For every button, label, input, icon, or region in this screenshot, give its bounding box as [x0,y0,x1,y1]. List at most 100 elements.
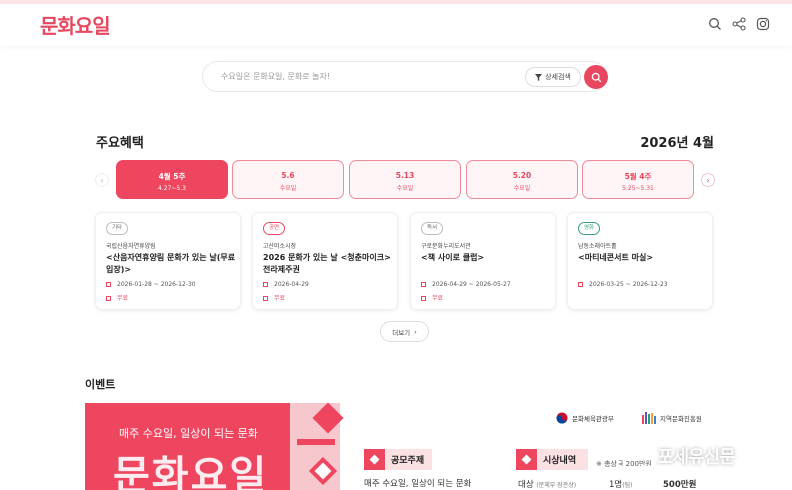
site-header: 문화요일 [0,4,792,46]
award-sub: (문체부 장관상) [536,482,577,489]
benefit-card[interactable]: 독서 구로문화누리도서관 <책 사이로 클럽> 2026-04-29 ~ 202… [410,212,556,310]
card-venue: 고산미소시장 [263,243,297,250]
card-venue: 국립산음자연휴양림 [106,243,156,250]
card-price-row: 무료 [421,293,443,302]
theme-pill-label: 공모주제 [391,456,425,466]
benefit-card[interactable]: 영화 남동소래아트홀 <마티네콘서트 마실> 2026-03-25 ~ 2026… [567,212,713,310]
events-title: 이벤트 [85,378,116,391]
kcrda-logo-icon [642,412,656,424]
theme-pill: 공모주제 [364,449,432,470]
week-tab-sub: 4.27~5.3 [158,185,186,192]
org-kcrda: 지역문화진흥원 [642,412,702,424]
week-tab[interactable]: 5.13 수요일 [349,160,461,199]
card-date: 2026-04-29 ~ 2026-05-27 [432,281,511,288]
week-tab-sub: 수요일 [279,185,297,192]
card-date: 2026-04-29 [274,281,309,288]
week-tab-label: 5.20 [512,171,532,180]
watermark-label: 포세유신문 [657,447,736,468]
calendar-icon [578,282,583,287]
instagram-icon[interactable] [756,16,770,31]
org-kcrda-label: 지역문화진흥원 [660,415,702,423]
next-week-button[interactable]: › [701,173,715,187]
calendar-icon [263,282,268,287]
diamond-icon [364,449,385,470]
search-bar: 상세검색 [202,61,608,92]
more-button[interactable]: 더보기 › [380,321,429,342]
card-price: 무료 [117,295,129,302]
week-tab[interactable]: 5월 4주 5.25~5.31 [582,160,694,199]
week-tab[interactable]: 5.20 수요일 [466,160,578,199]
week-tab-label: 5.6 [281,171,295,180]
card-date: 2026-03-25 ~ 2026-12-23 [589,281,668,288]
calendar-icon [106,282,111,287]
advanced-search-label: 상세검색 [545,73,571,81]
card-date-row: 2026-04-29 [263,281,309,288]
week-tab-sub: 수요일 [513,185,531,192]
search-input[interactable] [221,62,511,91]
benefits-month: 2026년 4월 [640,136,714,151]
card-date-row: 2026-04-29 ~ 2026-05-27 [421,281,511,288]
week-tab-label: 5.13 [395,171,415,180]
week-tab-sub: 5.25~5.31 [622,185,654,192]
banner-decoration [297,439,335,445]
ticket-icon [263,296,268,301]
press-watermark: 포세유신문 [617,443,736,469]
card-title: 2026 문화가 있는 날 <청춘마이크> 전라제주권 [263,253,391,274]
week-tab[interactable]: 5.6 수요일 [232,160,344,199]
week-tab[interactable]: 4월 5주 4.27~5.3 [116,160,228,199]
more-button-label: 더보기 [392,328,411,337]
header-icons [708,16,770,31]
award-count: 1명 [609,480,623,490]
card-date: 2026-01-28 ~ 2026-12-30 [117,281,196,288]
award-amount: 500만원 [663,480,697,490]
card-price: 무료 [274,295,286,302]
category-badge: 기타 [106,222,129,235]
card-title: <마티네콘서트 마실> [578,253,654,262]
category-badge: 공연 [263,222,286,235]
org-mcst-label: 문화체육관광부 [572,415,614,423]
award-count-unit: (팀) [622,482,633,489]
search-icon[interactable] [708,16,722,30]
award-pill-label: 시상내역 [543,456,577,466]
award-row: 대상 (문체부 장관상) [518,478,576,490]
award-label: 대상 [518,480,534,490]
banner-logo: 문화요일 [113,452,269,490]
award-pill: 시상내역 [516,449,588,470]
benefit-card[interactable]: 기타 국립산음자연휴양림 <산음자연휴양림 문화가 있는 날(무료입장)> 20… [95,212,241,310]
ticket-icon [106,296,111,301]
calendar-icon [421,282,426,287]
week-tab-label: 5월 4주 [624,172,652,181]
card-date-row: 2026-03-25 ~ 2026-12-23 [578,281,668,288]
banner-subtitle: 매주 수요일, 일상이 되는 문화 [119,427,258,440]
ticket-icon [421,296,426,301]
search-icon [591,72,601,82]
chevron-left-icon: ‹ [100,175,104,185]
card-price-row: 무료 [263,293,285,302]
taegeuk-icon [556,412,568,424]
card-venue: 구로문화누리도서관 [421,243,471,250]
diamond-icon [516,449,537,470]
advanced-search-button[interactable]: 상세검색 [525,67,581,87]
week-tab-label: 4월 5주 [158,172,186,181]
category-badge: 독서 [421,222,444,235]
card-title: <책 사이로 클럽> [421,253,485,262]
benefit-card[interactable]: 공연 고산미소시장 2026 문화가 있는 날 <청춘마이크> 전라제주권 20… [252,212,398,310]
category-badge: 영화 [578,222,601,235]
watermark-logo-icon [617,448,653,468]
banner-hero: 매주 수요일, 일상이 되는 문화 문화요일 [85,403,295,490]
card-venue: 남동소래아트홀 [578,243,617,250]
filter-icon [535,73,543,81]
card-price-row: 무료 [106,293,128,302]
week-tab-sub: 수요일 [396,185,414,192]
award-count-row: 1명(팀) [609,478,632,490]
search-submit-button[interactable] [584,65,608,89]
benefits-title: 주요혜택 [96,136,144,151]
chevron-right-icon: › [706,175,710,185]
share-icon[interactable] [732,16,746,31]
prev-week-button[interactable]: ‹ [95,173,109,187]
chevron-right-icon: › [414,327,417,336]
card-price: 무료 [432,295,444,302]
site-logo[interactable]: 문화요일 [40,10,111,39]
org-mcst: 문화체육관광부 [556,412,614,424]
card-date-row: 2026-01-28 ~ 2026-12-30 [106,281,196,288]
